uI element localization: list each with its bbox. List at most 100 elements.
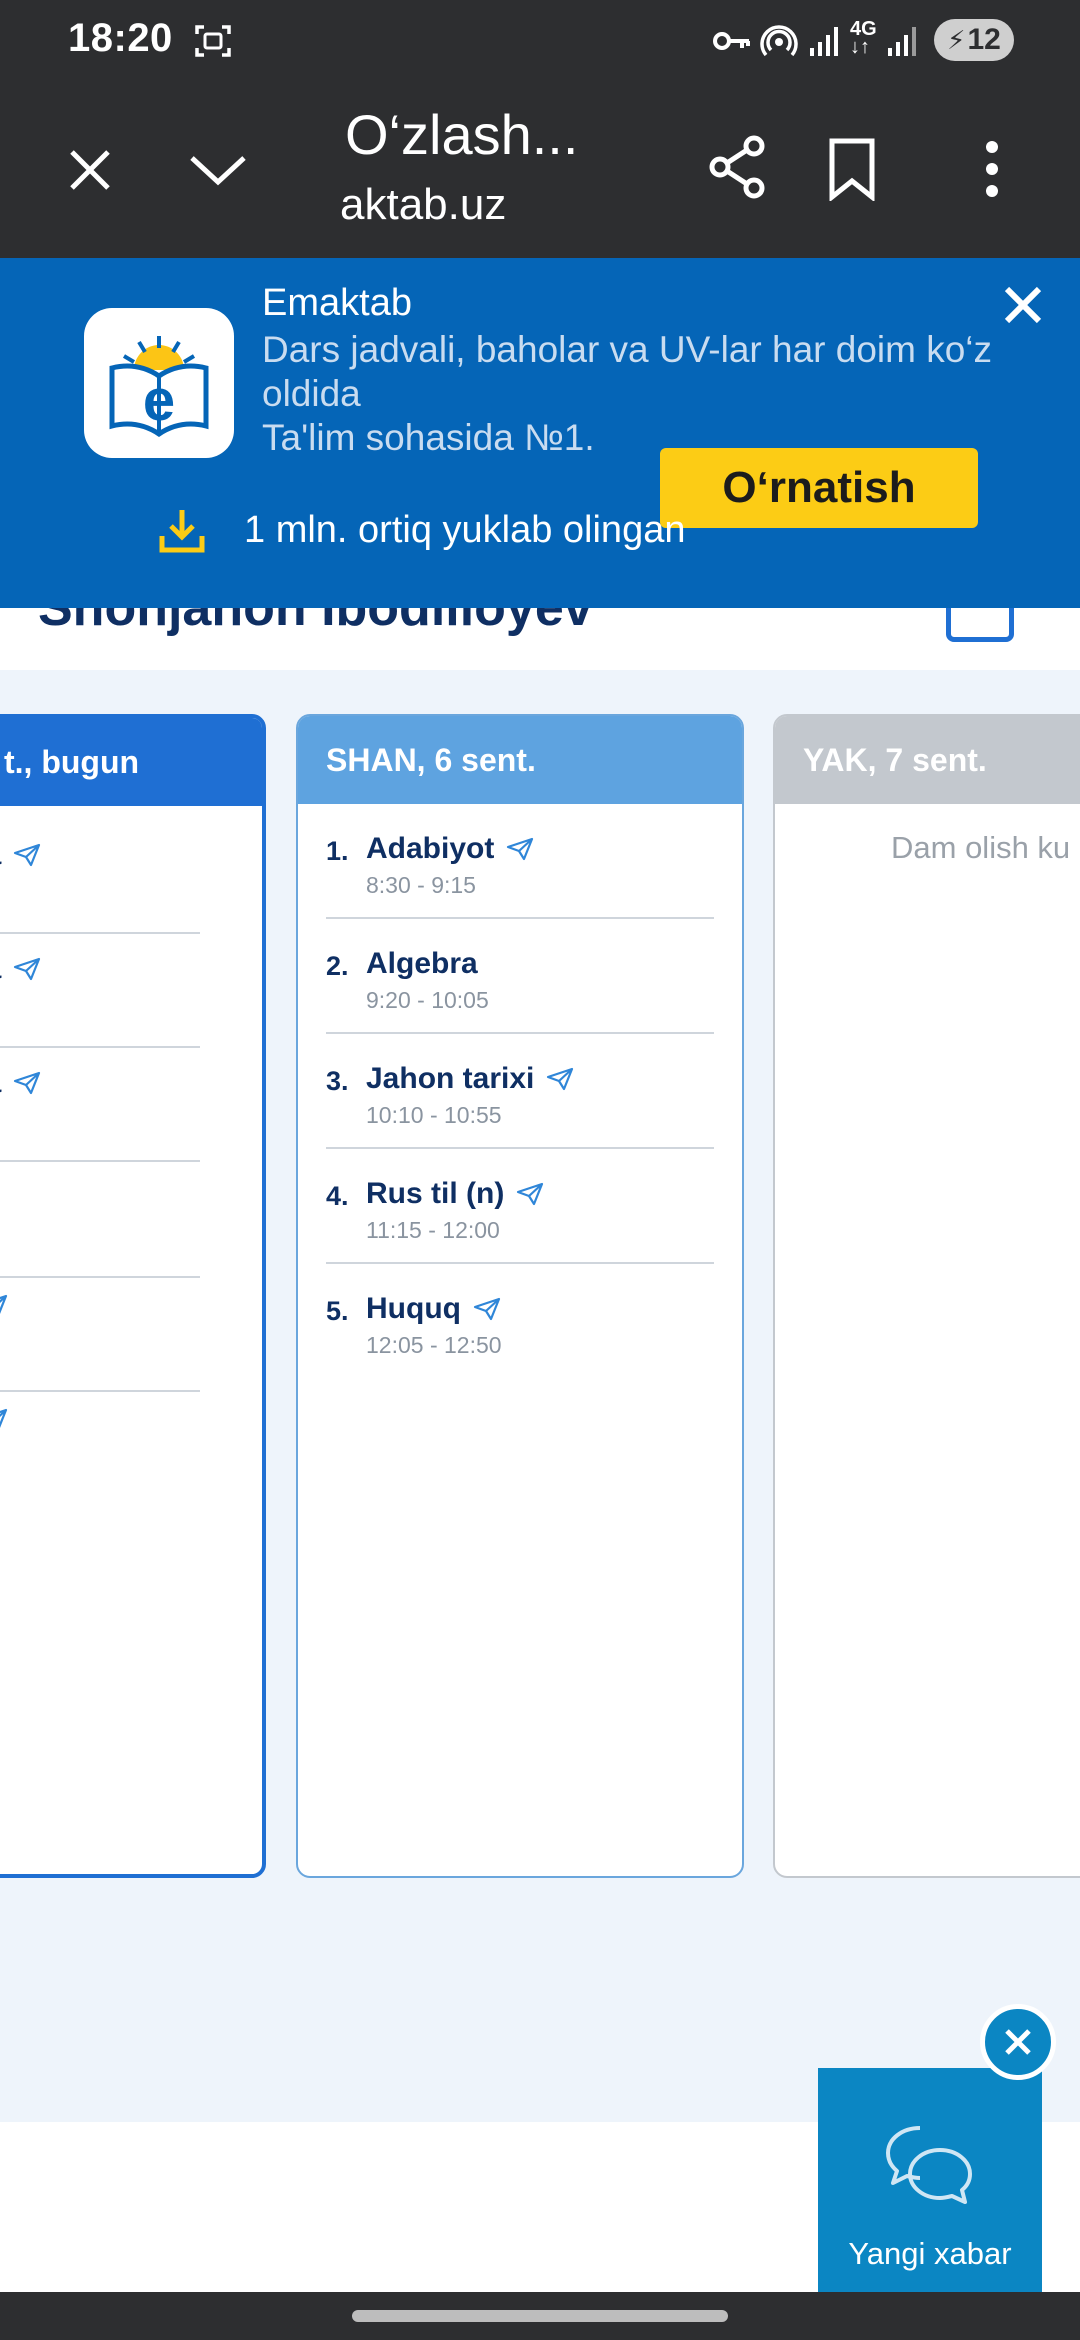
lesson-title: Huquq [366,1292,461,1325]
status-bar: 18:20 4G ↓↑ ⚡ 12 [0,0,1080,80]
install-banner: e Emaktab Dars jadvali, baholar va UV-la… [0,258,1080,608]
day-card-today[interactable]: t., bugun ya ya ka 5 0 0 0 [0,714,266,1878]
lesson-today-1[interactable]: ya [0,838,41,872]
lesson-item[interactable]: 4. Rus til (n) 11:15 - 12:00 [326,1149,714,1264]
lesson-title: Rus til (n) [366,1177,505,1210]
lesson-title-wrap: Jahon tarixi [366,1062,574,1096]
close-icon [1005,2029,1031,2055]
lesson-time: 11:15 - 12:00 [366,1217,500,1243]
lesson-today-5[interactable] [0,1294,8,1318]
download-count-text: 1 mln. ortiq yuklab olingan [244,508,686,551]
page-title: O‘zlash... [345,103,579,166]
lesson-title-wrap: Rus til (n) [366,1177,544,1211]
app-description: Dars jadvali, baholar va UV-lar har doim… [262,328,1022,460]
chevron-down-icon [190,156,246,186]
paper-plane-icon[interactable] [506,837,534,861]
student-name: Shohjahon Ibodilloyev [38,608,593,637]
lesson-today-2[interactable]: ya [0,952,41,986]
chat-widget[interactable]: Yangi xabar [818,2068,1042,2292]
screenshot-icon [194,22,232,65]
day-card-sunday[interactable]: YAK, 7 sent. Dam olish ku [773,714,1080,1878]
chat-close-button[interactable] [980,2004,1056,2080]
lesson-today-3[interactable]: ka [0,1066,41,1100]
lesson-time: 12:05 - 12:50 [366,1332,502,1358]
vpn-key-icon [712,26,752,61]
lesson-title: Adabiyot [366,832,495,865]
lesson-time: 9:20 - 10:05 [366,987,489,1013]
lesson-item[interactable]: 1. Adabiyot 8:30 - 9:15 [326,804,714,919]
charging-icon: ⚡ [947,24,966,55]
bookmark-icon [829,138,875,201]
browser-toolbar: O‘zlash... aktab.uz [0,80,1080,258]
svg-text:e: e [143,368,175,433]
day-header-today: t., bugun [0,718,262,806]
paper-plane-icon [0,1294,8,1318]
paper-plane-icon [13,843,41,867]
signal-icon-2 [886,24,920,63]
app-name: Emaktab [262,282,412,324]
battery-level: 12 [967,23,1001,56]
lesson-title-wrap: Adabiyot [366,832,534,866]
paper-plane-icon[interactable] [473,1297,501,1321]
calendar-button[interactable] [946,608,1014,642]
more-vert-icon [986,141,998,197]
lesson-title-wrap: Huquq [366,1292,501,1326]
day-card-saturday[interactable]: SHAN, 6 sent. 1. Adabiyot 8:30 - 9:15 2.… [296,714,744,1878]
home-indicator[interactable] [352,2310,728,2322]
page-header: Shohjahon Ibodilloyev [0,608,1080,670]
download-icon [159,510,205,553]
download-count: 1 mln. ortiq yuklab olingan [158,506,685,554]
share-button[interactable] [704,132,772,202]
lesson-number: 3. [326,1066,349,1096]
lesson-title: Algebra [366,947,478,980]
lesson-item[interactable]: 3. Jahon tarixi 10:10 - 10:55 [326,1034,714,1149]
status-time: 18:20 [68,16,173,60]
banner-close-button[interactable] [998,280,1048,330]
share-icon [709,135,765,199]
paper-plane-icon[interactable] [546,1067,574,1091]
divider [0,932,200,934]
system-nav-bar [0,2292,1080,2340]
close-icon [70,150,110,190]
divider [0,1160,200,1162]
lesson-number: 5. [326,1296,349,1326]
lesson-today-6[interactable] [0,1408,8,1432]
day-header-saturday: SHAN, 6 sent. [298,716,742,804]
paper-plane-icon[interactable] [516,1182,544,1206]
close-tab-button[interactable] [60,140,120,200]
lesson-title: ya [0,838,1,872]
bookmark-button[interactable] [824,134,880,204]
hotspot-icon [760,22,798,65]
lesson-time: 8:30 - 9:15 [366,872,476,898]
day-header-sunday: YAK, 7 sent. [775,716,1080,804]
divider [0,1276,200,1278]
emaktab-logo: e [84,308,234,458]
lesson-item[interactable]: 2. Algebra 9:20 - 10:05 [326,919,714,1034]
paper-plane-icon [13,1071,41,1095]
chat-label: Yangi xabar [848,2236,1012,2271]
lesson-title-wrap: Algebra [366,947,478,981]
lesson-time: 10:10 - 10:55 [366,1102,502,1128]
signal-icon [808,24,842,63]
lesson-title: ka [0,1066,1,1100]
4g-icon: 4G ↓↑ [850,18,877,58]
divider [0,1390,200,1392]
paper-plane-icon [13,957,41,981]
saturday-lessons: 1. Adabiyot 8:30 - 9:15 2. Algebra 9:20 … [298,804,742,1379]
lesson-title: ya [0,952,1,986]
page-url: aktab.uz [340,180,507,229]
lesson-number: 4. [326,1181,349,1211]
paper-plane-icon [0,1408,8,1432]
lesson-item[interactable]: 5. Huquq 12:05 - 12:50 [326,1264,714,1379]
collapse-button[interactable] [186,140,250,200]
app-description-line1: Dars jadvali, baholar va UV-lar har doim… [262,329,993,414]
battery-indicator: ⚡ 12 [934,19,1014,61]
chat-bubbles-icon [886,2126,972,2204]
close-icon [1004,286,1042,324]
day-off-note: Dam olish ku [891,830,1071,865]
divider [0,1046,200,1048]
menu-button[interactable] [972,134,1012,204]
schedule-carousel[interactable]: t., bugun ya ya ka 5 0 0 0 SHAN, 6 sent.… [0,670,1080,2122]
lesson-number: 2. [326,951,349,981]
install-button[interactable]: O‘rnatish [660,448,978,528]
